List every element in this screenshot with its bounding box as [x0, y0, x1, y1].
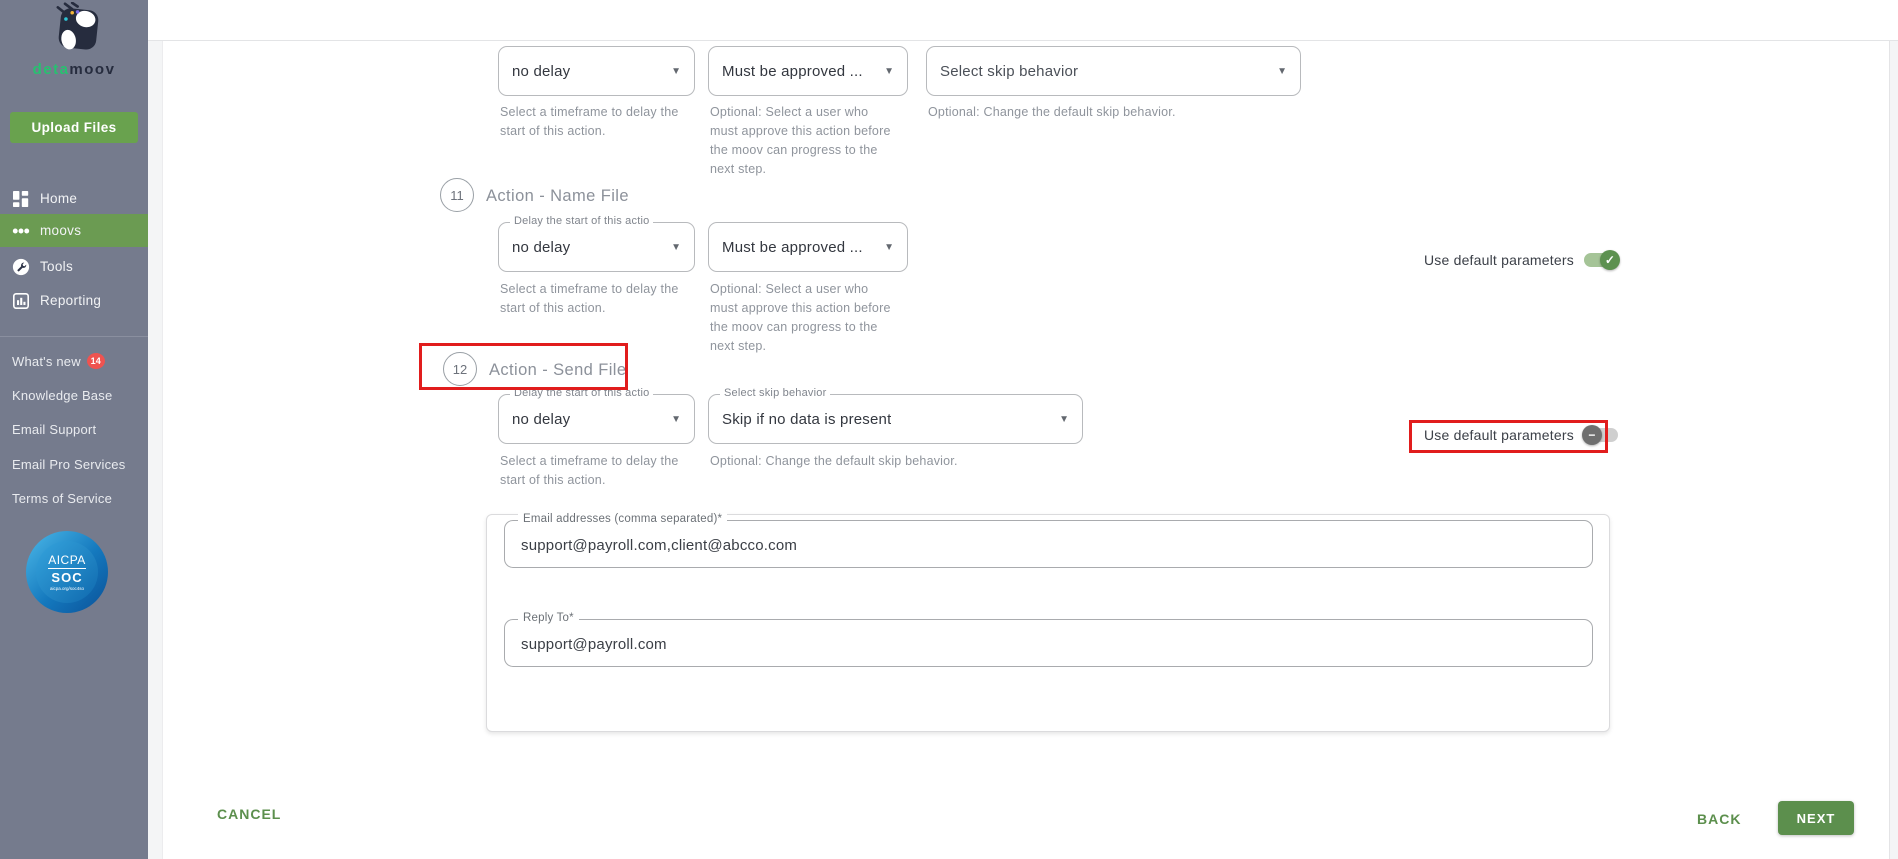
check-icon: ✓ [1600, 250, 1620, 270]
skip-helper-text: Optional: Change the default skip behavi… [710, 452, 1110, 471]
dropdown-value: Must be approved ... [722, 239, 863, 256]
dropdown-value: Must be approved ... [722, 63, 863, 80]
step12-delay-dropdown[interactable]: Delay the start of this actio no delay ▼ [498, 394, 695, 444]
moovs-dots-icon [12, 222, 30, 240]
step-number-11: 11 [440, 178, 474, 212]
next-button[interactable]: NEXT [1778, 801, 1854, 835]
link-label: Email Pro Services [12, 457, 125, 472]
dropdown-label: Delay the start of this actio [510, 215, 653, 227]
sidebar-item-label: Home [40, 191, 77, 206]
skip-helper-text: Optional: Change the default skip behavi… [928, 103, 1328, 122]
minus-icon: − [1582, 425, 1602, 445]
brand-wordmark: detamoov [33, 61, 116, 78]
back-button[interactable]: BACK [1691, 810, 1747, 828]
dropdown-label: Delay the start of this actio [510, 387, 653, 399]
link-label: Terms of Service [12, 491, 112, 506]
home-grid-icon [12, 190, 30, 208]
email-addresses-field[interactable]: Email addresses (comma separated)* [504, 520, 1593, 568]
content-card [162, 40, 1890, 859]
brand-logo[interactable]: detamoov [0, 2, 148, 78]
soc-line2: SOC [51, 570, 82, 585]
chevron-down-icon: ▼ [663, 414, 681, 425]
approver-helper-text: Optional: Select a user who must approve… [710, 103, 895, 179]
dropdown-value: no delay [512, 239, 570, 256]
link-label: Knowledge Base [12, 388, 112, 403]
step11-approver-dropdown[interactable]: Must be approved ... ▼ [708, 222, 908, 272]
approver-dropdown-prev[interactable]: Must be approved ... ▼ [708, 46, 908, 96]
dropdown-value: no delay [512, 411, 570, 428]
step12-use-default-parameters: Use default parameters − [1424, 427, 1618, 443]
link-email-support[interactable]: Email Support [12, 420, 96, 438]
aicpa-soc-badge: AICPA SOC aicpa.org/soc4so [26, 531, 108, 613]
chevron-down-icon: ▼ [663, 242, 681, 253]
step12-skip-dropdown[interactable]: Select skip behavior Skip if no data is … [708, 394, 1083, 444]
step-number-12: 12 [443, 352, 477, 386]
sidebar-divider [0, 336, 148, 337]
step-title-name-file: Action - Name File [486, 187, 629, 206]
link-label: Email Support [12, 422, 96, 437]
approver-helper-text: Optional: Select a user who must approve… [710, 280, 895, 356]
sidebar-item-label: moovs [40, 223, 81, 238]
delay-dropdown-prev[interactable]: no delay ▼ [498, 46, 695, 96]
toggle-label: Use default parameters [1424, 427, 1574, 443]
top-header [148, 0, 1898, 41]
step11-use-default-parameters: Use default parameters ✓ [1424, 252, 1618, 268]
email-addresses-input[interactable] [519, 521, 1582, 569]
cancel-button[interactable]: CANCEL [211, 805, 287, 823]
reply-to-input[interactable] [519, 620, 1582, 668]
delay-helper-text: Select a timeframe to delay the start of… [500, 103, 680, 141]
reply-to-field[interactable]: Reply To* [504, 619, 1593, 667]
chevron-down-icon: ▼ [1269, 66, 1287, 77]
use-default-parameters-toggle-off[interactable]: − [1584, 428, 1618, 442]
aicpa-soc-badge-inner: AICPA SOC aicpa.org/soc4so [36, 541, 98, 603]
chevron-down-icon: ▼ [876, 242, 894, 253]
sidebar-item-moovs[interactable]: moovs [0, 214, 148, 247]
chevron-down-icon: ▼ [1051, 414, 1069, 425]
dropdown-value: no delay [512, 63, 570, 80]
brand-part2: moov [69, 61, 115, 78]
delay-helper-text: Select a timeframe to delay the start of… [500, 280, 680, 318]
soc-line3: aicpa.org/soc4so [50, 586, 84, 591]
sidebar-item-tools[interactable]: Tools [0, 250, 148, 283]
step-title-send-file: Action - Send File [489, 361, 626, 380]
dropdown-label: Select skip behavior [720, 387, 830, 399]
sidebar-item-home[interactable]: Home [0, 182, 148, 215]
chevron-down-icon: ▼ [876, 66, 894, 77]
chevron-down-icon: ▼ [663, 66, 681, 77]
link-label: What's new [12, 354, 81, 369]
dropdown-value: Skip if no data is present [722, 411, 891, 428]
sidebar-item-reporting[interactable]: Reporting [0, 284, 148, 317]
reporting-chart-icon [12, 292, 30, 310]
tools-wrench-icon [12, 258, 30, 276]
use-default-parameters-toggle-on[interactable]: ✓ [1584, 253, 1618, 267]
link-terms-of-service[interactable]: Terms of Service [12, 489, 112, 507]
link-knowledge-base[interactable]: Knowledge Base [12, 386, 112, 404]
dropdown-value: Select skip behavior [940, 63, 1078, 80]
link-whats-new[interactable]: What's new 14 [12, 352, 105, 370]
skip-dropdown-prev[interactable]: Select skip behavior ▼ [926, 46, 1301, 96]
brand-part1: deta [33, 61, 70, 78]
soc-line1: AICPA [48, 553, 86, 569]
toggle-label: Use default parameters [1424, 252, 1574, 268]
brand-logo-icon [45, 2, 103, 59]
sidebar-item-label: Reporting [40, 293, 101, 308]
sidebar-item-label: Tools [40, 259, 73, 274]
link-email-pro-services[interactable]: Email Pro Services [12, 455, 125, 473]
whats-new-count-badge: 14 [87, 353, 105, 369]
step11-delay-dropdown[interactable]: Delay the start of this actio no delay ▼ [498, 222, 695, 272]
upload-files-button[interactable]: Upload Files [10, 112, 138, 143]
delay-helper-text: Select a timeframe to delay the start of… [500, 452, 680, 490]
sidebar: detamoov Upload Files Home moovs Tools [0, 0, 148, 859]
